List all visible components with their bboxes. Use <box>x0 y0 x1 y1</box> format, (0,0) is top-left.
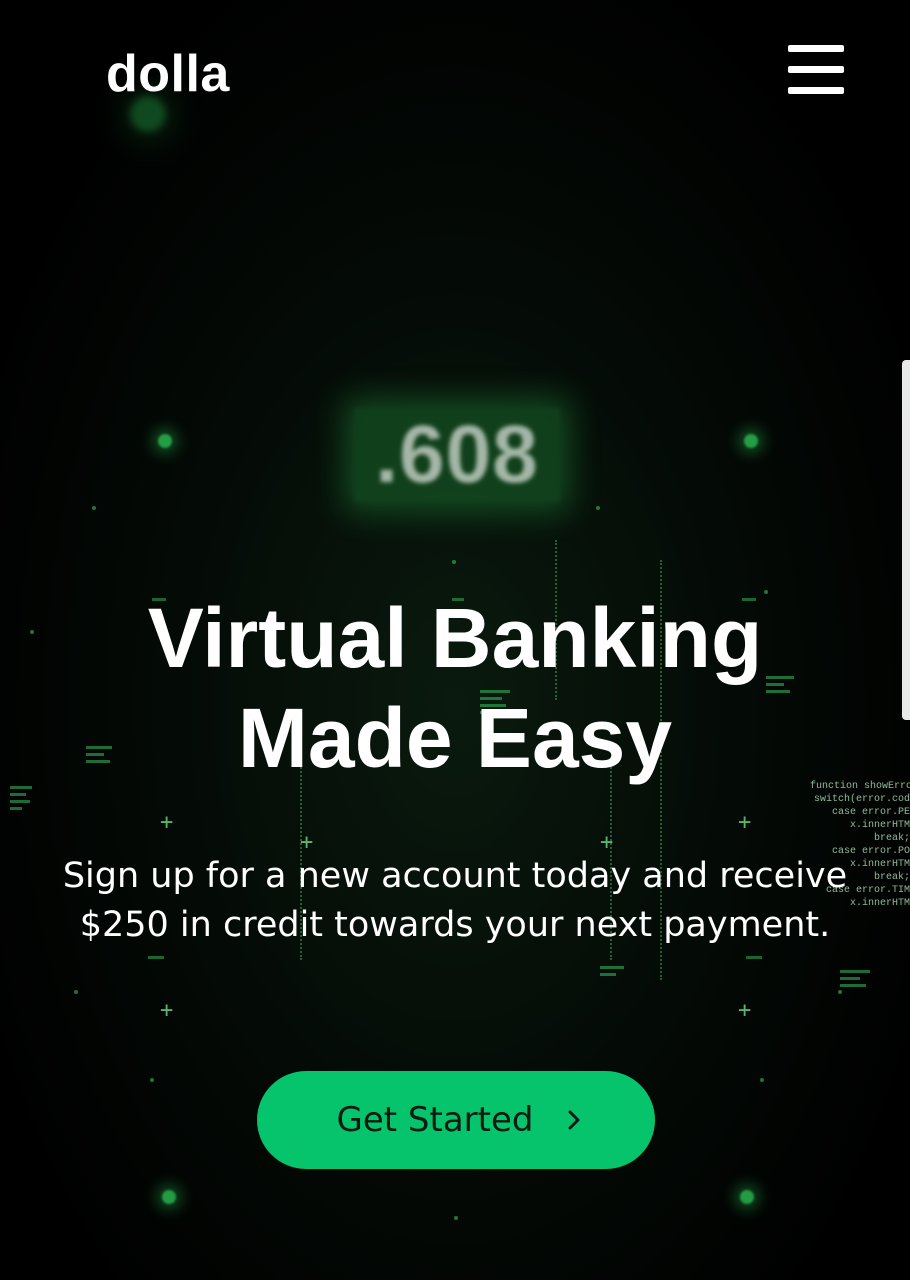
get-started-label: Get Started <box>336 1100 534 1140</box>
dot <box>760 1078 764 1082</box>
hero-title-line1: Virtual Banking <box>147 591 763 685</box>
hamburger-menu-icon <box>788 45 844 52</box>
glow-dot <box>162 1190 176 1204</box>
dash <box>746 956 762 959</box>
glow-dot <box>740 1190 754 1204</box>
code-block <box>600 966 624 976</box>
dot <box>74 990 78 994</box>
plus-icon: + <box>300 830 314 855</box>
code-line: x.innerHTM <box>849 820 910 831</box>
plus-icon: + <box>738 810 752 835</box>
dash <box>148 956 164 959</box>
dot <box>92 506 96 510</box>
dot <box>452 560 456 564</box>
ticker-display: .608 <box>354 408 560 502</box>
plus-icon: + <box>160 998 174 1023</box>
code-block <box>10 786 32 810</box>
plus-icon: + <box>600 830 614 855</box>
code-line: switch(error.cod <box>813 794 910 805</box>
hero-title: Virtual Banking Made Easy <box>0 588 910 788</box>
glow-dot <box>744 434 758 448</box>
menu-button[interactable] <box>782 40 850 102</box>
dot <box>596 506 600 510</box>
code-line: case error.PE <box>831 807 910 818</box>
chevron-right-icon <box>563 1109 585 1131</box>
hamburger-menu-icon <box>788 66 844 73</box>
hero-subtitle: Sign up for a new account today and rece… <box>62 856 848 945</box>
hero-title-line2: Made Easy <box>237 691 673 785</box>
code-line: break; <box>873 833 910 844</box>
dot <box>454 1216 458 1220</box>
landing-page: + + + + + + function showErro switch(err… <box>0 0 910 1280</box>
dot <box>150 1078 154 1082</box>
dot <box>838 990 842 994</box>
hamburger-menu-icon <box>788 87 844 94</box>
get-started-button[interactable]: Get Started <box>257 1071 655 1169</box>
logo[interactable]: dolla <box>106 48 230 100</box>
plus-icon: + <box>738 998 752 1023</box>
plus-icon: + <box>160 810 174 835</box>
code-block <box>840 970 870 987</box>
glow-dot <box>158 434 172 448</box>
